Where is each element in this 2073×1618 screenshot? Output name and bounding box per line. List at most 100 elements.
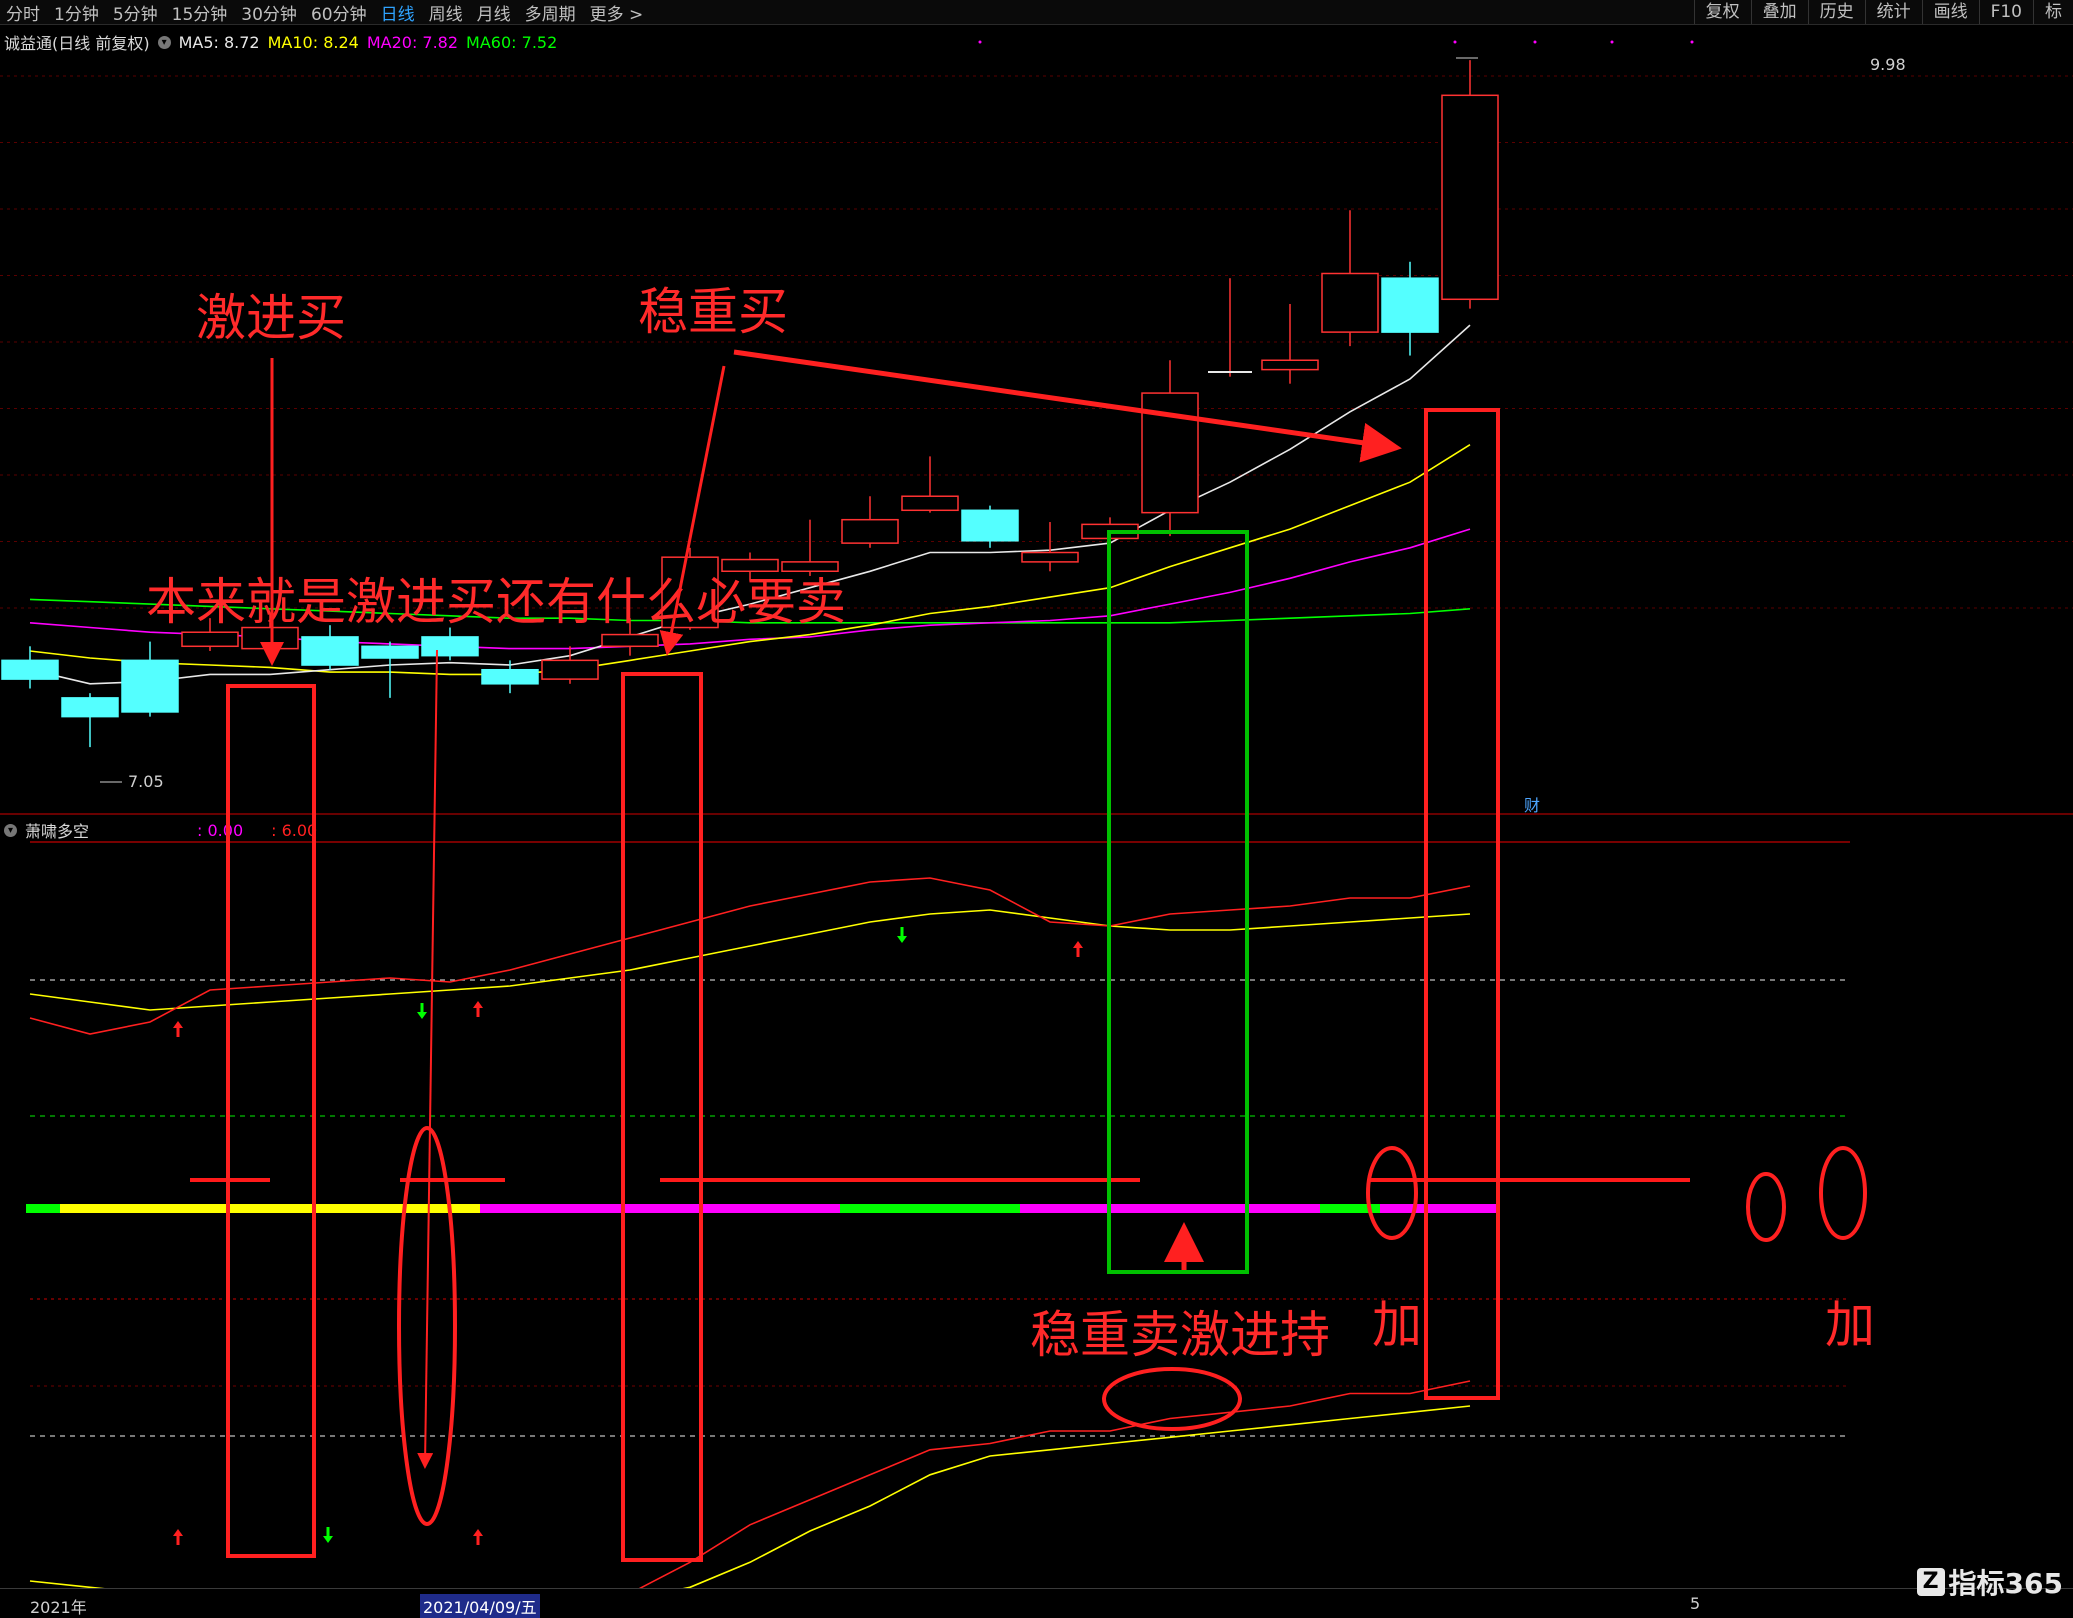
candle-up bbox=[1321, 272, 1379, 333]
cai-badge[interactable]: 财 bbox=[1524, 792, 1540, 816]
arrow-shape bbox=[417, 1003, 427, 1019]
right-tool-tabs: 复权 叠加 历史 统计 画线 F10 标 bbox=[1693, 0, 2073, 24]
arrow-shape bbox=[473, 1001, 483, 1017]
candle-up bbox=[1441, 94, 1499, 301]
buy-arrow-icon bbox=[1073, 941, 1083, 957]
buy-arrow-icon bbox=[473, 1001, 483, 1017]
candle-up bbox=[1261, 359, 1319, 371]
annotation-steady-buy: 稳重买 bbox=[638, 283, 788, 341]
period-tabs: 分时 1分钟 5分钟 15分钟 30分钟 60分钟 日线 周线 月线 多周期 更多 > bbox=[6, 0, 644, 25]
period-tab[interactable]: 分时 bbox=[6, 0, 40, 25]
arrow-shape bbox=[1073, 941, 1083, 957]
state-segment bbox=[26, 1204, 60, 1213]
state-segment bbox=[360, 1204, 420, 1213]
annotation-why-sell: 本来就是激进买还有什么必要卖 bbox=[146, 573, 846, 631]
candle-up bbox=[901, 495, 959, 512]
state-segment bbox=[780, 1204, 840, 1213]
arrow-shape bbox=[473, 1529, 483, 1545]
arrow-shape bbox=[173, 1021, 183, 1037]
buy-arrow-icon bbox=[173, 1529, 183, 1545]
candle-up bbox=[541, 659, 599, 680]
candle-down bbox=[61, 697, 119, 718]
right-tab[interactable]: 统计 bbox=[1864, 0, 1922, 24]
date-year: 2021年 bbox=[30, 1598, 87, 1617]
right-tab[interactable]: 叠加 bbox=[1750, 0, 1808, 24]
period-tab[interactable]: 5分钟 bbox=[113, 0, 158, 25]
logo-mark-icon: Z bbox=[1916, 1568, 1945, 1596]
candle-up bbox=[1081, 523, 1139, 540]
annotation-add-1: 加 bbox=[1372, 1296, 1422, 1354]
period-tab[interactable]: 30分钟 bbox=[241, 0, 297, 25]
lower_yellow-line bbox=[29, 1405, 1471, 1601]
period-toolbar: 分时 1分钟 5分钟 15分钟 30分钟 60分钟 日线 周线 月线 多周期 更多 > 复权 叠加 历史… bbox=[0, 0, 2073, 25]
low-price-label: 7.05 bbox=[128, 772, 164, 791]
period-tab[interactable]: 月线 bbox=[477, 0, 511, 25]
brand-logo: Z 指标365 bbox=[1916, 1562, 2063, 1602]
event-dot bbox=[1610, 40, 1614, 44]
state-segment bbox=[1380, 1204, 1440, 1213]
period-tab[interactable]: 60分钟 bbox=[311, 0, 367, 25]
high-price-label: 9.98 bbox=[1870, 55, 1906, 74]
sell-arrow-icon bbox=[417, 1003, 427, 1019]
candle-up bbox=[1021, 551, 1079, 563]
state-segment bbox=[180, 1204, 240, 1213]
arrow-shape bbox=[323, 1527, 333, 1543]
upper_yellow-line bbox=[29, 909, 1471, 1011]
candle-down bbox=[361, 645, 419, 659]
right-tab[interactable]: 复权 bbox=[1693, 0, 1751, 24]
state-segment bbox=[720, 1204, 780, 1213]
state-segment bbox=[480, 1204, 540, 1213]
candle-down bbox=[961, 509, 1019, 542]
date-axis bbox=[0, 1588, 2073, 1618]
state-segment bbox=[900, 1204, 960, 1213]
lower_red-line bbox=[29, 1380, 1471, 1601]
event-dot bbox=[1533, 40, 1537, 44]
candle-down bbox=[421, 636, 479, 657]
state-segment bbox=[1080, 1204, 1140, 1213]
state-segment bbox=[240, 1204, 300, 1213]
sell-arrow-icon bbox=[897, 927, 907, 943]
event-dot bbox=[1453, 40, 1457, 44]
state-segment bbox=[660, 1204, 720, 1213]
candle-down bbox=[1, 659, 59, 680]
candle-up bbox=[841, 518, 899, 544]
logo-text: 指标365 bbox=[1948, 1567, 2063, 1600]
candle-up bbox=[601, 633, 659, 648]
period-tab[interactable]: 日线 bbox=[381, 0, 415, 25]
date-right-marker: 5 bbox=[1690, 1594, 1701, 1613]
sell-arrow-icon bbox=[323, 1527, 333, 1543]
right-tab[interactable]: 画线 bbox=[1921, 0, 1979, 24]
indicator-chart[interactable] bbox=[0, 816, 2073, 1601]
state-segment bbox=[420, 1204, 480, 1213]
state-segment bbox=[120, 1204, 180, 1213]
state-segment bbox=[1140, 1204, 1200, 1213]
event-dot bbox=[978, 40, 982, 44]
candlestick-chart[interactable] bbox=[0, 24, 2073, 816]
annotation-steady-sell: 稳重卖激进持 bbox=[1030, 1306, 1330, 1364]
period-tab[interactable]: 周线 bbox=[429, 0, 463, 25]
candle-down bbox=[301, 636, 359, 666]
date-selected[interactable]: 2021/04/09/五 bbox=[420, 1594, 540, 1618]
event-dot bbox=[1690, 40, 1694, 44]
right-tab[interactable]: 标 bbox=[2033, 0, 2073, 24]
candle-up bbox=[181, 631, 239, 648]
arrow-shape bbox=[897, 927, 907, 943]
state-segment bbox=[1260, 1204, 1320, 1213]
buy-arrow-icon bbox=[173, 1021, 183, 1037]
period-tab[interactable]: 更多 > bbox=[590, 0, 644, 25]
candle-up bbox=[1141, 392, 1199, 514]
right-tab[interactable]: F10 bbox=[1978, 0, 2033, 24]
annotation-add-2: 加 bbox=[1825, 1296, 1875, 1354]
state-segment bbox=[960, 1204, 1020, 1213]
state-segment bbox=[300, 1204, 360, 1213]
state-segment bbox=[60, 1204, 120, 1213]
state-segment bbox=[1320, 1204, 1380, 1213]
state-segment bbox=[600, 1204, 660, 1213]
state-segment bbox=[1020, 1204, 1080, 1213]
period-tab[interactable]: 多周期 bbox=[525, 0, 576, 25]
period-tab[interactable]: 15分钟 bbox=[172, 0, 228, 25]
arrow-shape bbox=[173, 1529, 183, 1545]
right-tab[interactable]: 历史 bbox=[1807, 0, 1865, 24]
candle-down bbox=[1381, 277, 1439, 333]
period-tab[interactable]: 1分钟 bbox=[54, 0, 99, 25]
